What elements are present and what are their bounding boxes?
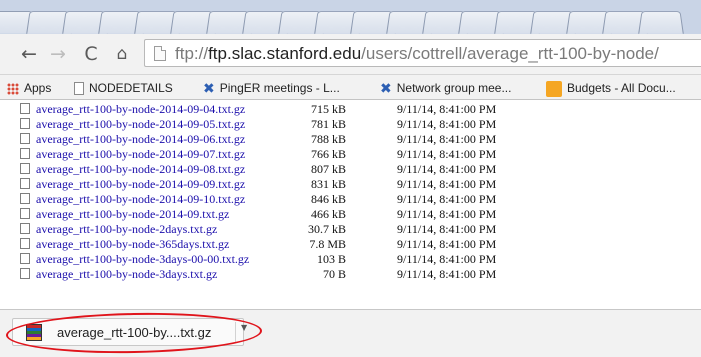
file-icon [20,103,30,114]
listing-row: average_rtt-100-by-node-365days.txt.gz 7… [0,237,701,251]
file-size: 766 kB [310,147,346,161]
file-size: 846 kB [310,192,346,206]
bookmark-label: NODEDETAILS [89,81,173,95]
file-icon [20,118,30,129]
listing-row: average_rtt-100-by-node-3days.txt.gz 70 … [0,267,701,281]
bookmarks-bar: Apps NODEDETAILS ✖ PingER meetings - L...… [0,75,701,100]
file-link[interactable]: average_rtt-100-by-node-2014-09.txt.gz [36,207,229,222]
file-size: 715 kB [310,102,346,116]
url-path: /users/cottrell/average_rtt-100-by-node/ [361,44,659,63]
listing-row: average_rtt-100-by-node-2014-09-07.txt.g… [0,147,701,161]
file-icon [20,193,30,204]
tab-row [0,4,684,34]
listing-row: average_rtt-100-by-node-2014-09-04.txt.g… [0,102,701,116]
file-size: 781 kB [310,117,346,131]
url-host: ftp.slac.stanford.edu [208,44,362,63]
file-date: 9/11/14, 8:41:00 PM [397,267,497,281]
page-icon [154,46,166,61]
file-size: 807 kB [310,162,346,176]
listing-row: average_rtt-100-by-node-2014-09-05.txt.g… [0,117,701,131]
file-link[interactable]: average_rtt-100-by-node-2014-09-08.txt.g… [36,162,245,177]
file-link[interactable]: average_rtt-100-by-node-2014-09-07.txt.g… [36,147,245,162]
file-size: 466 kB [310,207,346,221]
file-link[interactable]: average_rtt-100-by-node-2days.txt.gz [36,222,217,237]
file-size: 70 B [322,267,346,281]
bookmark-pinger-meetings[interactable]: ✖ PingER meetings - L... [203,80,340,97]
url-scheme: ftp:// [175,44,209,63]
file-icon [20,133,30,144]
file-date: 9/11/14, 8:41:00 PM [397,147,497,161]
file-icon [20,208,30,219]
file-link[interactable]: average_rtt-100-by-node-2014-09-06.txt.g… [36,132,245,147]
file-icon [20,163,30,174]
file-link[interactable]: average_rtt-100-by-node-3days.txt.gz [36,267,217,282]
listing-row: average_rtt-100-by-node-2days.txt.gz 30.… [0,222,701,236]
file-date: 9/11/14, 8:41:00 PM [397,222,497,236]
file-link[interactable]: average_rtt-100-by-node-365days.txt.gz [36,237,229,252]
file-size: 30.7 kB [307,222,346,236]
file-date: 9/11/14, 8:41:00 PM [397,102,497,116]
file-date: 9/11/14, 8:41:00 PM [397,162,497,176]
bookmark-label: PingER meetings - L... [219,81,340,95]
file-icon [20,238,30,249]
browser-toolbar: ← → C ⌂ ftp://ftp.slac.stanford.edu/user… [0,34,701,75]
x-logo-icon: ✖ [203,80,215,97]
listing-row: average_rtt-100-by-node-2014-09-08.txt.g… [0,162,701,176]
file-link[interactable]: average_rtt-100-by-node-2014-09-04.txt.g… [36,102,245,117]
file-date: 9/11/14, 8:41:00 PM [397,252,497,266]
listing-row: average_rtt-100-by-node-2014-09-06.txt.g… [0,132,701,146]
back-button[interactable]: ← [18,42,40,66]
bookmark-nodedetails[interactable]: NODEDETAILS [74,80,173,96]
reload-button[interactable]: C [80,42,102,66]
file-date: 9/11/14, 8:41:00 PM [397,132,497,146]
file-link[interactable]: average_rtt-100-by-node-2014-09-10.txt.g… [36,192,245,207]
file-link[interactable]: average_rtt-100-by-node-2014-09-05.txt.g… [36,117,245,132]
file-icon [20,148,30,159]
bookmark-label: Budgets - All Docu... [567,81,676,95]
bookmark-budgets[interactable]: Budgets - All Docu... [546,80,676,97]
file-icon [20,178,30,189]
apps-grid-icon [7,82,19,95]
file-date: 9/11/14, 8:41:00 PM [397,177,497,191]
bookmark-apps[interactable]: Apps [7,80,51,96]
url-text[interactable]: ftp://ftp.slac.stanford.edu/users/cottre… [175,44,659,64]
bookmark-label: Network group mee... [396,81,512,95]
listing-row: average_rtt-100-by-node-2014-09.txt.gz 4… [0,207,701,221]
budget-sheet-icon [546,80,562,97]
file-date: 9/11/14, 8:41:00 PM [397,207,497,221]
browser-tab[interactable] [638,11,684,34]
listing-row: average_rtt-100-by-node-2014-09-09.txt.g… [0,177,701,191]
file-icon [20,253,30,264]
file-date: 9/11/14, 8:41:00 PM [397,192,497,206]
forward-button[interactable]: → [47,42,69,66]
bookmark-label: Apps [24,81,52,95]
ftp-directory-listing: average_rtt-100-by-node-2014-09-04.txt.g… [0,100,701,308]
file-icon [20,268,30,279]
file-icon [20,223,30,234]
file-size: 7.8 MB [309,237,346,251]
file-date: 9/11/14, 8:41:00 PM [397,237,497,251]
file-link[interactable]: average_rtt-100-by-node-3days-00-00.txt.… [36,252,249,267]
listing-row: average_rtt-100-by-node-3days-00-00.txt.… [0,252,701,266]
file-date: 9/11/14, 8:41:00 PM [397,117,497,131]
bookmark-network-group[interactable]: ✖ Network group mee... [380,80,512,97]
page-icon [74,82,84,96]
file-link[interactable]: average_rtt-100-by-node-2014-09-09.txt.g… [36,177,245,192]
tab-strip [0,0,701,34]
x-logo-icon: ✖ [380,80,392,97]
address-bar[interactable]: ftp://ftp.slac.stanford.edu/users/cottre… [144,39,701,67]
file-size: 831 kB [310,177,346,191]
file-size: 788 kB [310,132,346,146]
file-size: 103 B [316,252,346,266]
home-button[interactable]: ⌂ [111,42,133,66]
listing-row: average_rtt-100-by-node-2014-09-10.txt.g… [0,192,701,206]
